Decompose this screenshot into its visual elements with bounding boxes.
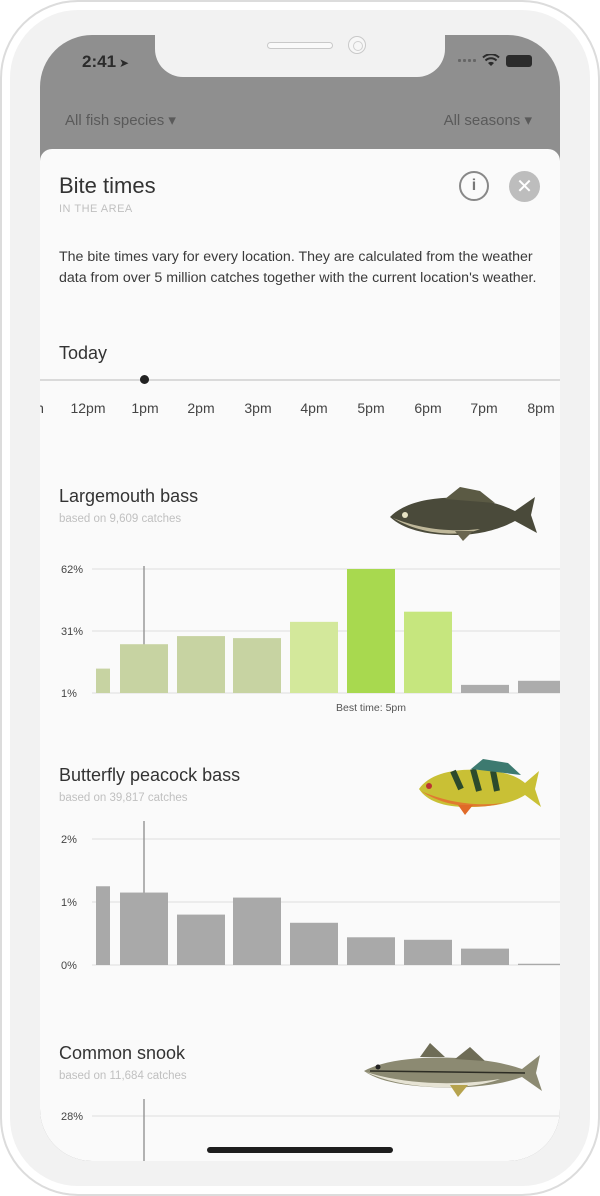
wifi-icon (482, 54, 500, 66)
battery-icon (506, 54, 532, 67)
hour-label[interactable]: 12pm (70, 400, 105, 416)
best-time-label: Best time: 5pm (335, 702, 407, 714)
hour-label[interactable]: 5pm (357, 400, 384, 416)
species-section[interactable]: Butterfly peacock bass based on 39,817 c… (40, 759, 560, 985)
timeline-track[interactable] (40, 379, 560, 381)
app-screen: 2:41 ➤ All fish species ▾ All seasons ▾ B… (40, 35, 560, 1161)
close-icon[interactable]: ✕ (509, 171, 540, 202)
bar-4pm (347, 569, 395, 693)
peacock-bass-icon (419, 759, 541, 815)
clock-text: 2:41 (82, 52, 117, 71)
bar-12pm (120, 892, 168, 965)
speaker-grille (267, 42, 333, 49)
species-catches: based on 11,684 catches (59, 1070, 187, 1082)
front-camera (348, 36, 366, 54)
y-tick-label: 0% (61, 960, 77, 971)
bar-11am (96, 886, 110, 965)
y-tick-label: 62% (61, 564, 83, 576)
status-icons (458, 54, 532, 67)
bar-12pm (120, 644, 168, 693)
snook-icon (364, 1043, 542, 1097)
bar-6pm (461, 948, 509, 965)
species-section[interactable]: Largemouth bass based on 9,609 catches 6… (40, 486, 560, 726)
description-text: The bite times vary for every location. … (59, 249, 537, 286)
bar-2pm (233, 897, 281, 965)
hour-label[interactable]: 8pm (527, 400, 554, 416)
bar-5pm (404, 611, 452, 693)
hour-label[interactable]: 3pm (244, 400, 271, 416)
bite-chart-largemouth: 62% 31% 1% (61, 564, 560, 700)
bar-2pm (233, 638, 281, 693)
bar-5pm (404, 939, 452, 965)
hour-label[interactable]: 6pm (414, 400, 441, 416)
y-tick-label: 1% (61, 688, 77, 700)
bar-1pm (177, 636, 225, 693)
hour-label[interactable]: 7pm (470, 400, 497, 416)
status-time: 2:41 ➤ (82, 52, 129, 72)
species-name: Common snook (59, 1043, 186, 1063)
y-tick-label: 1% (61, 897, 77, 909)
species-catches: based on 39,817 catches (59, 792, 188, 804)
bar-7pm (518, 680, 560, 693)
species-name: Largemouth bass (59, 486, 199, 506)
hour-label[interactable]: 1pm (131, 400, 158, 416)
hour-label[interactable]: 4pm (300, 400, 327, 416)
bite-chart-peacock: 2% 1% 0% (61, 821, 560, 971)
bar-1pm (177, 914, 225, 965)
bar-11am (96, 668, 110, 693)
bar-4pm (347, 937, 395, 965)
species-section[interactable]: Common snook based on 11,684 catches 28%… (40, 1043, 560, 1161)
info-icon[interactable]: i (459, 171, 489, 201)
species-filter[interactable]: All fish species ▾ (65, 111, 176, 129)
hour-labels: n 12pm 1pm 2pm 3pm 4pm 5pm 6pm 7pm 8pm (40, 400, 560, 420)
sheet-title: Bite times (59, 173, 156, 198)
filter-bar: All fish species ▾ All seasons ▾ (40, 103, 560, 143)
signal-icon (458, 59, 476, 62)
species-name: Butterfly peacock bass (59, 765, 241, 785)
bar-6pm (461, 684, 509, 693)
y-tick-label: 31% (61, 626, 83, 638)
bar-7pm (518, 963, 560, 965)
species-catches: based on 9,609 catches (59, 513, 182, 525)
location-arrow-icon: ➤ (119, 56, 130, 70)
hour-label[interactable]: 2pm (187, 400, 214, 416)
current-time-marker[interactable] (140, 375, 149, 384)
season-filter[interactable]: All seasons ▾ (444, 111, 532, 129)
bite-times-sheet: Bite times IN THE AREA i ✕ The bite time… (40, 149, 560, 1161)
y-tick-label: 28% (61, 1111, 83, 1123)
bar-3pm (290, 621, 338, 693)
bar-3pm (290, 922, 338, 965)
hour-label[interactable]: n (40, 400, 44, 416)
largemouth-bass-icon (390, 487, 537, 541)
sheet-subtitle: IN THE AREA (59, 203, 133, 215)
day-label: Today (59, 343, 108, 363)
y-tick-label: 2% (61, 834, 77, 846)
home-indicator[interactable] (207, 1147, 393, 1153)
